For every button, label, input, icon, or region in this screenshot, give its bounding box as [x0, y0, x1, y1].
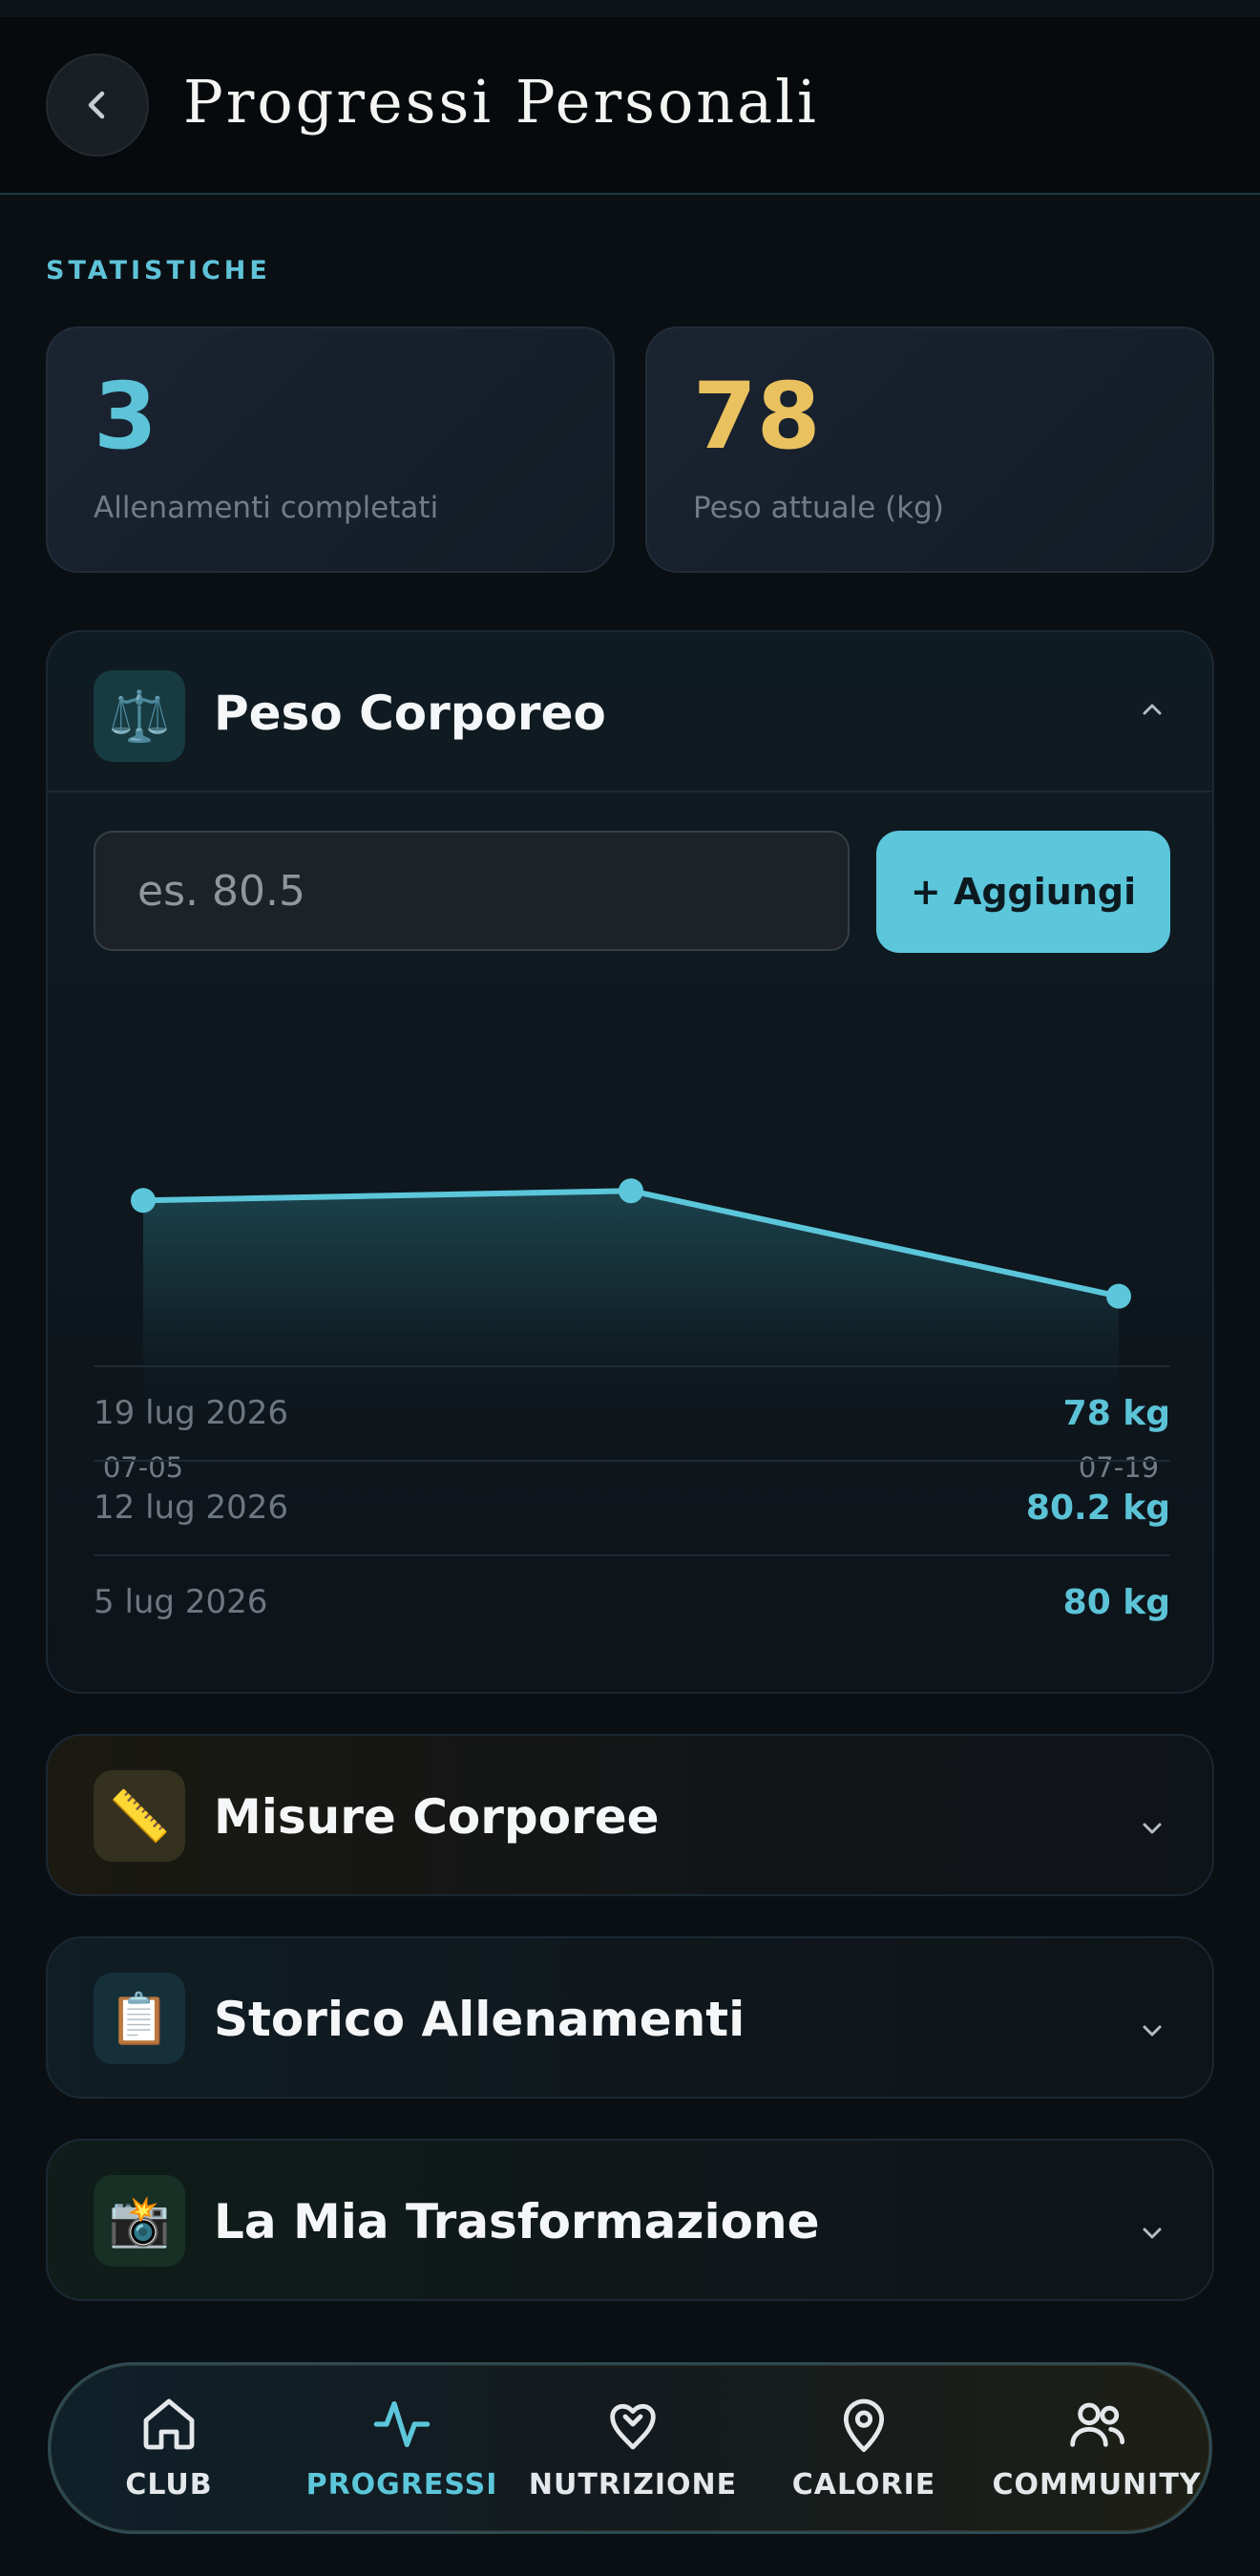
weight-history-value: 80.2 kg: [1025, 1489, 1170, 1528]
nav-community-label: COMMUNITY: [992, 2468, 1202, 2502]
weight-panel-header[interactable]: ⚖️ Peso Corporeo: [48, 632, 1212, 792]
nav-club[interactable]: CLUB: [54, 2365, 284, 2537]
weight-history-date: 5 lug 2026: [94, 1583, 268, 1621]
workout-history-panel-title: Storico Allenamenti: [214, 1992, 746, 2047]
nav-community[interactable]: COMMUNITY: [982, 2365, 1211, 2537]
weight-history-row: 12 lug 2026 80.2 kg: [94, 1460, 1170, 1554]
weight-panel-title: Peso Corporeo: [214, 686, 606, 741]
clipboard-icon: 📋: [94, 1973, 185, 2064]
weight-history-date: 12 lug 2026: [94, 1489, 288, 1527]
nav-calorie-label: CALORIE: [791, 2468, 936, 2502]
back-button[interactable]: [46, 53, 149, 157]
activity-icon: [373, 2401, 430, 2447]
status-strip: [0, 0, 1260, 17]
chevron-left-icon: [88, 91, 105, 119]
weight-history-row: 5 lug 2026 80 kg: [94, 1554, 1170, 1649]
page-title: Progressi Personali: [183, 67, 819, 137]
weight-history-date: 19 lug 2026: [94, 1394, 288, 1432]
chart-point: [131, 1188, 156, 1214]
camera-icon: 📸: [94, 2175, 185, 2267]
transformation-panel-title: La Mia Trasformazione: [214, 2194, 820, 2249]
measures-panel-title: Misure Corporee: [214, 1789, 660, 1845]
nutrition-icon: [610, 2403, 656, 2450]
add-weight-button[interactable]: + Aggiungi: [876, 831, 1170, 953]
current-weight-label: Peso attuale (kg): [693, 491, 944, 525]
weight-history-row: 19 lug 2026 78 kg: [94, 1365, 1170, 1460]
home-icon: [143, 2398, 195, 2450]
workouts-label: Allenamenti completati: [94, 491, 439, 525]
nav-nutrizione[interactable]: NUTRIZIONE: [518, 2365, 747, 2537]
ruler-icon: 📏: [94, 1770, 185, 1862]
workout-history-panel[interactable]: 📋 Storico Allenamenti: [46, 1936, 1214, 2099]
chart-point: [619, 1178, 643, 1204]
chart-point: [1106, 1283, 1131, 1309]
weight-history-value: 78 kg: [1062, 1394, 1170, 1433]
weight-input[interactable]: [94, 831, 850, 951]
workouts-count: 3: [94, 363, 158, 470]
weight-history-value: 80 kg: [1062, 1583, 1170, 1622]
weight-stat-card: 78 Peso attuale (kg): [645, 327, 1214, 573]
chevron-down-icon: [1143, 1823, 1162, 1834]
nav-calorie[interactable]: CALORIE: [749, 2365, 978, 2537]
current-weight-value: 78: [693, 363, 821, 470]
stats-section-label: STATISTICHE: [46, 256, 271, 285]
bottom-nav: CLUB PROGRESSI NUTRIZIONE CALORIE COMMUN…: [48, 2362, 1212, 2534]
users-icon: [1070, 2402, 1125, 2447]
nav-progressi[interactable]: PROGRESSI: [287, 2365, 516, 2537]
scale-icon: ⚖️: [94, 670, 185, 762]
map-pin-icon: [843, 2398, 885, 2453]
nav-progressi-label: PROGRESSI: [305, 2468, 498, 2502]
weight-panel: ⚖️ Peso Corporeo + Aggiungi 07-0507-19 1…: [46, 630, 1214, 1694]
nav-club-label: CLUB: [125, 2468, 213, 2502]
chevron-down-icon: [1143, 2228, 1162, 2239]
chevron-down-icon: [1143, 2025, 1162, 2037]
app-header: Progressi Personali: [0, 17, 1260, 195]
nav-nutrizione-label: NUTRIZIONE: [528, 2468, 738, 2502]
chevron-up-icon: [1143, 704, 1162, 715]
measures-panel[interactable]: 📏 Misure Corporee: [46, 1734, 1214, 1896]
transformation-panel[interactable]: 📸 La Mia Trasformazione: [46, 2139, 1214, 2301]
workouts-stat-card: 3 Allenamenti completati: [46, 327, 615, 573]
